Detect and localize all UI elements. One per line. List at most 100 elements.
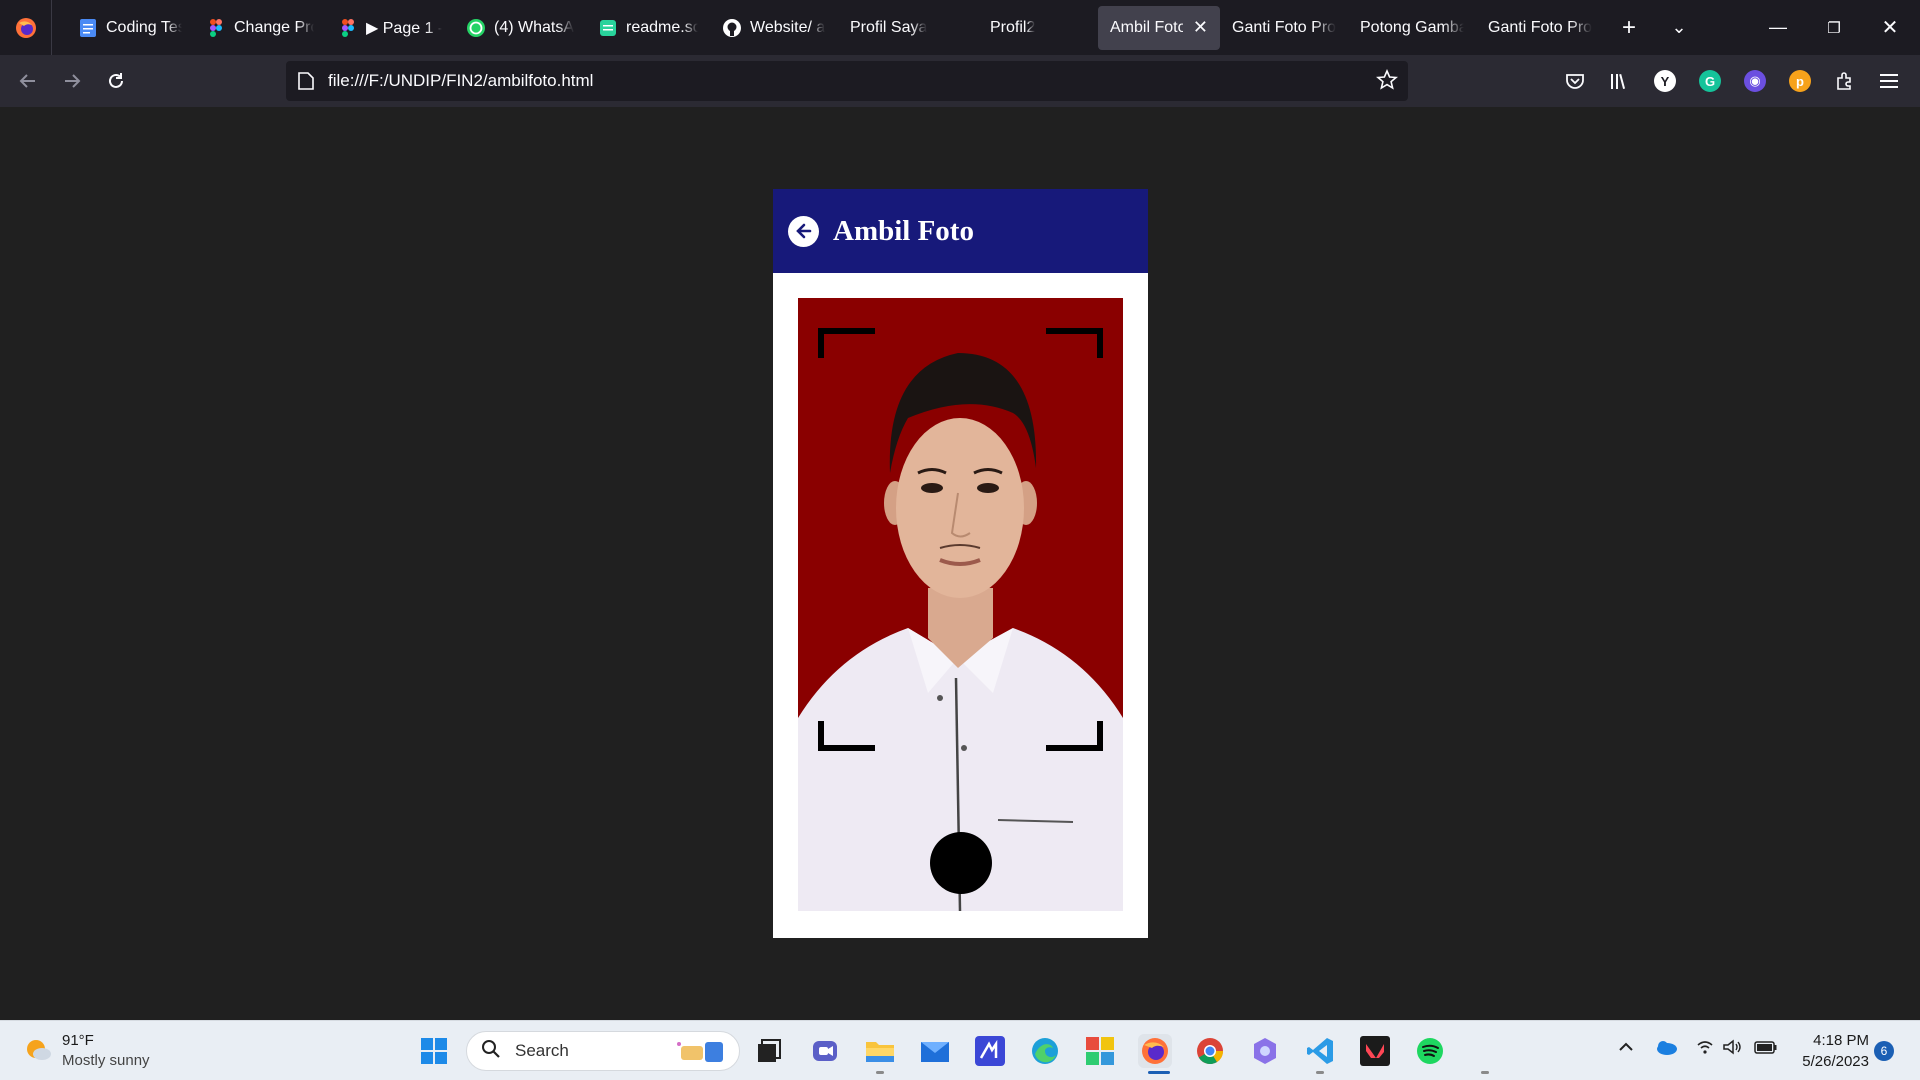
close-window-icon[interactable]: ✕: [1862, 0, 1918, 55]
tab-github[interactable]: Website/ a: [710, 6, 838, 50]
active-indicator: [1148, 1071, 1170, 1074]
partly-sunny-icon: [24, 1035, 52, 1068]
clock-date: 5/26/2023: [1802, 1053, 1869, 1070]
running-indicator: [1316, 1071, 1324, 1074]
extension-orange-icon[interactable]: p: [1786, 67, 1814, 95]
whatsapp-icon: [466, 18, 486, 38]
windows-taskbar: 91°F Mostly sunny Search 4:18 PM 5/26/20…: [0, 1020, 1920, 1080]
tab-ganti-foto-profil-2[interactable]: Ganti Foto Prof: [1476, 6, 1604, 50]
valorant-icon[interactable]: [1358, 1034, 1392, 1068]
app-color-grid-icon[interactable]: [1083, 1034, 1117, 1068]
teams-chat-icon[interactable]: [808, 1034, 842, 1068]
extensions-puzzle-icon[interactable]: [1831, 67, 1859, 95]
back-icon[interactable]: [6, 61, 50, 101]
back-arrow-icon[interactable]: [788, 215, 819, 247]
github-icon: [722, 18, 742, 38]
minimize-icon[interactable]: ―: [1750, 0, 1806, 55]
grammarly-icon[interactable]: G: [1696, 67, 1724, 95]
list-all-tabs-icon[interactable]: ⌄: [1654, 6, 1704, 50]
running-indicator: [1481, 1071, 1489, 1074]
tab-ganti-foto-profil[interactable]: Ganti Foto Prof: [1220, 6, 1348, 50]
tab-ambil-foto[interactable]: Ambil Foto ✕: [1098, 5, 1220, 50]
edge-icon[interactable]: [1028, 1034, 1062, 1068]
navigation-toolbar: file:///F:/UNDIP/FIN2/ambilfoto.html Y G…: [0, 55, 1920, 107]
frame-corner-bottom-right: [1046, 721, 1103, 751]
show-hidden-icons-chevron-icon[interactable]: [1618, 1039, 1634, 1056]
taskbar-search[interactable]: Search: [466, 1031, 740, 1071]
tab-label: Profil2: [990, 18, 1036, 36]
battery-charging-icon[interactable]: [1754, 1039, 1778, 1059]
tab-change-profile[interactable]: Change Pro: [194, 6, 326, 50]
new-tab-icon[interactable]: +: [1604, 6, 1654, 50]
search-icon: [481, 1039, 501, 1064]
weather-temperature: 91°F: [62, 1032, 94, 1049]
wifi-icon[interactable]: [1696, 1039, 1714, 1059]
tab-profil-saya[interactable]: Profil Saya: [838, 6, 966, 50]
tab-label: Ganti Foto Prof: [1488, 18, 1592, 36]
forward-icon[interactable]: [50, 61, 94, 101]
tab-strip: Coding Tes Change Pro ▶ Page 1 - (4) Wha…: [0, 0, 1920, 55]
restore-icon[interactable]: ❐: [1806, 0, 1862, 55]
search-highlight-icon: [671, 1038, 731, 1071]
tab-potong-gambar[interactable]: Potong Gamba: [1348, 6, 1476, 50]
google-docs-icon: [78, 18, 98, 38]
weather-widget[interactable]: 91°F Mostly sunny: [24, 1031, 150, 1071]
hamburger-menu-icon[interactable]: [1876, 67, 1904, 95]
library-icon[interactable]: [1606, 67, 1634, 95]
running-indicator: [876, 1071, 884, 1074]
tab-coding-test[interactable]: Coding Tes: [66, 6, 194, 50]
search-placeholder: Search: [515, 1041, 569, 1060]
spotify-icon[interactable]: [1413, 1034, 1447, 1068]
tab-label: Potong Gamba: [1360, 18, 1464, 36]
firefox-taskbar-icon[interactable]: [1138, 1034, 1172, 1068]
chrome-icon[interactable]: [1193, 1034, 1227, 1068]
mail-icon[interactable]: [918, 1034, 952, 1068]
vscodium-icon[interactable]: [973, 1034, 1007, 1068]
frame-corner-bottom-left: [818, 721, 875, 751]
camera-preview-person: [798, 298, 1123, 911]
onedrive-icon[interactable]: [1654, 1039, 1678, 1059]
tab-profil2[interactable]: Profil2: [966, 6, 1094, 50]
bookmark-star-icon[interactable]: [1376, 68, 1398, 96]
page-title: Ambil Foto: [833, 214, 974, 247]
tab-label: Website/ a: [750, 18, 826, 36]
tab-label: readme.so: [626, 18, 698, 36]
extension-purple-icon[interactable]: ◉: [1741, 67, 1769, 95]
tab-whatsapp[interactable]: (4) WhatsA: [454, 6, 586, 50]
tab-label: Profil Saya: [850, 18, 928, 36]
file-explorer-icon[interactable]: [863, 1034, 897, 1068]
windows-start-icon[interactable]: [417, 1034, 451, 1068]
task-view-icon[interactable]: [752, 1034, 786, 1068]
url-bar[interactable]: file:///F:/UNDIP/FIN2/ambilfoto.html: [286, 61, 1408, 101]
reload-icon[interactable]: [94, 61, 138, 101]
notification-badge[interactable]: 6: [1874, 1041, 1894, 1061]
app-frame: Ambil Foto: [773, 189, 1148, 938]
volume-icon[interactable]: [1722, 1039, 1742, 1059]
readme-icon: [598, 18, 618, 38]
tab-label: Ganti Foto Prof: [1232, 18, 1336, 36]
pocket-icon[interactable]: [1561, 67, 1589, 95]
tab-figma-page[interactable]: ▶ Page 1 -: [326, 6, 454, 50]
vscode-icon[interactable]: [1303, 1034, 1337, 1068]
weather-description: Mostly sunny: [62, 1052, 150, 1069]
tab-label: ▶ Page 1 -: [366, 19, 442, 37]
capture-button[interactable]: [930, 832, 992, 894]
frame-corner-top-right: [1046, 328, 1103, 358]
frame-corner-top-left: [818, 328, 875, 358]
system-clock[interactable]: 4:18 PM 5/26/2023: [1795, 1030, 1869, 1072]
yoroi-extension-icon[interactable]: Y: [1651, 67, 1679, 95]
url-text: file:///F:/UNDIP/FIN2/ambilfoto.html: [328, 71, 594, 90]
tab-label: Ambil Foto: [1110, 18, 1183, 36]
app-header: Ambil Foto: [773, 189, 1148, 273]
tab-label: Change Pro: [234, 18, 314, 36]
page-icon: [298, 72, 314, 90]
page-viewport: Ambil Foto: [0, 107, 1920, 1020]
camera-viewfinder: [798, 298, 1123, 911]
figma-icon: [338, 18, 358, 38]
tab-label: Coding Tes: [106, 18, 182, 36]
firefox-menu-icon[interactable]: [0, 0, 52, 55]
figma-icon: [206, 18, 226, 38]
close-tab-icon[interactable]: ✕: [1193, 17, 1208, 38]
copilot-hex-icon[interactable]: [1248, 1034, 1282, 1068]
tab-readme[interactable]: readme.so: [586, 6, 710, 50]
